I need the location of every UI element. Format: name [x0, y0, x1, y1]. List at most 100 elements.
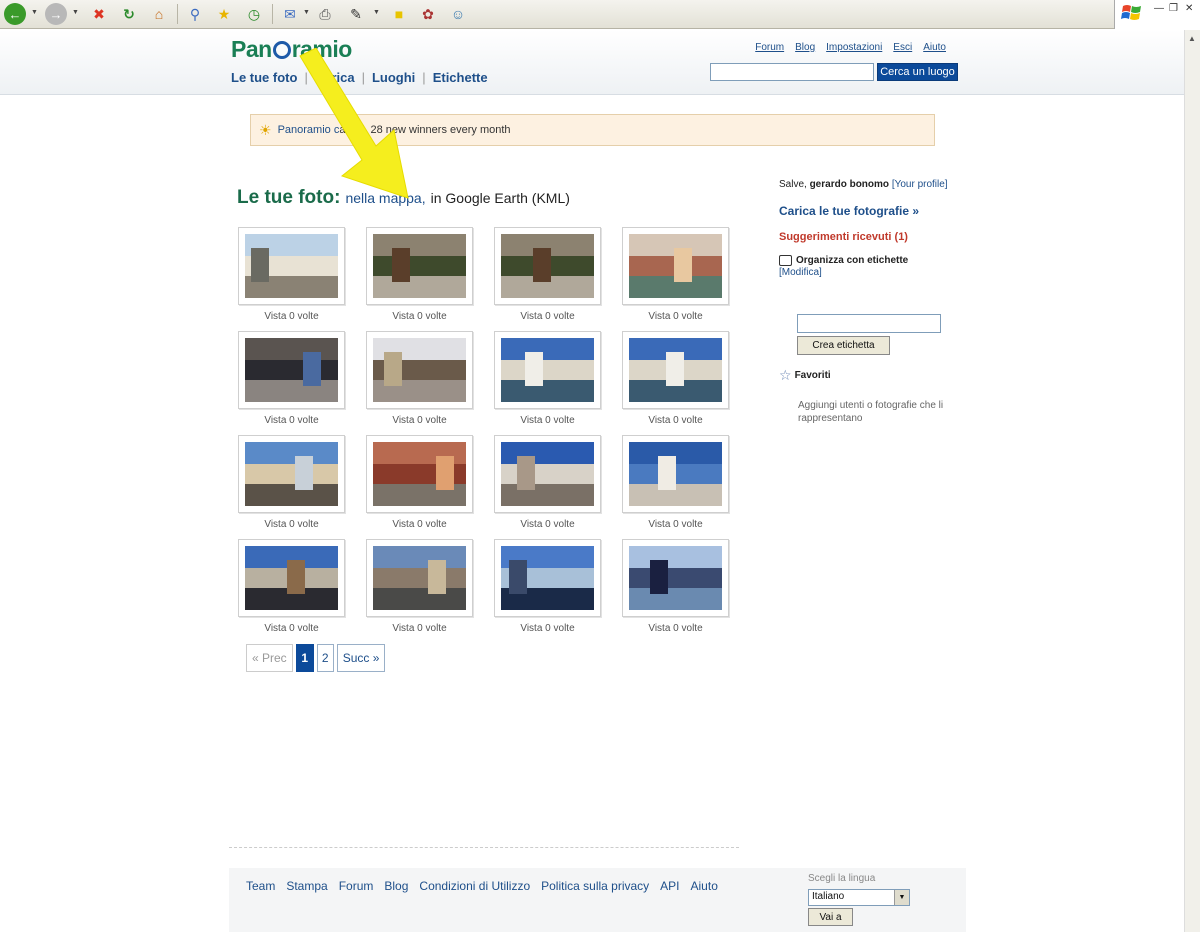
- place-search-input[interactable]: [710, 63, 874, 81]
- link-impostazioni[interactable]: Impostazioni: [826, 42, 882, 53]
- photo-thumbnail-link[interactable]: [238, 227, 345, 305]
- google-earth-link[interactable]: in Google Earth (KML): [431, 190, 570, 206]
- browser-toolbar: ← ▼ → ▼ ✖ ↻ ⌂ ⚲ ★ ◷ ✉ ▼ ⎙ ✎ ▼ ■ ✿ ☺ — ❐ …: [0, 0, 1200, 29]
- photo-view-count: Vista 0 volte: [264, 311, 319, 322]
- photo-thumbnail-link[interactable]: [494, 539, 601, 617]
- photo-card: Vista 0 volte: [494, 227, 601, 324]
- nav-luoghi[interactable]: Luoghi: [372, 70, 415, 85]
- print-icon[interactable]: ⎙: [314, 3, 336, 25]
- greeting-prefix: Salve,: [779, 179, 807, 190]
- upload-photos-link[interactable]: Carica le tue fotografie »: [779, 204, 959, 218]
- photo-thumbnail-link[interactable]: [238, 331, 345, 409]
- footer-link-stampa[interactable]: Stampa: [286, 879, 327, 893]
- photo-card: Vista 0 volte: [366, 331, 473, 428]
- tag-name-input[interactable]: [797, 314, 941, 333]
- create-tag-button[interactable]: Crea etichetta: [797, 336, 890, 355]
- photo-thumbnail: [629, 546, 722, 610]
- mail-dropdown-icon[interactable]: ▼: [303, 9, 310, 16]
- photo-view-count: Vista 0 volte: [520, 311, 575, 322]
- site-header: Pan ramio Le tue foto | Carica | Luoghi |…: [0, 30, 1184, 95]
- restore-icon[interactable]: ❐: [1169, 3, 1178, 14]
- link-blog[interactable]: Blog: [795, 42, 815, 53]
- forward-icon[interactable]: →: [45, 3, 67, 25]
- refresh-icon[interactable]: ↻: [118, 3, 140, 25]
- nav-etichette[interactable]: Etichette: [433, 70, 488, 85]
- photo-thumbnail: [245, 442, 338, 506]
- tags-section-title: Organizza con etichette: [779, 255, 959, 266]
- tag-icon: [779, 255, 792, 266]
- photo-thumbnail-link[interactable]: [494, 227, 601, 305]
- stop-icon[interactable]: ✖: [88, 3, 110, 25]
- favorites-icon[interactable]: ★: [213, 3, 235, 25]
- footer-link-api[interactable]: API: [660, 879, 679, 893]
- scroll-up-icon[interactable]: ▲: [1188, 34, 1196, 43]
- photo-card: Vista 0 volte: [622, 435, 729, 532]
- footer-link-team[interactable]: Team: [246, 879, 275, 893]
- photo-thumbnail-link[interactable]: [494, 331, 601, 409]
- link-forum[interactable]: Forum: [755, 42, 784, 53]
- profile-link[interactable]: [Your profile]: [892, 179, 948, 190]
- notice-text: arted. 28 new winners every month: [339, 124, 511, 136]
- pagination-page-1[interactable]: 1: [295, 644, 314, 672]
- place-search-button[interactable]: Cerca un luogo: [877, 63, 958, 81]
- photo-view-count: Vista 0 volte: [520, 623, 575, 634]
- map-link[interactable]: nella mappa,: [345, 190, 425, 206]
- language-select[interactable]: Italiano ▼: [808, 889, 910, 906]
- photo-thumbnail-link[interactable]: [622, 435, 729, 513]
- search-icon[interactable]: ⚲: [184, 3, 206, 25]
- photo-thumbnail-link[interactable]: [238, 539, 345, 617]
- photos-heading: Le tue foto: nella mappa, in Google Eart…: [237, 187, 570, 209]
- photo-thumbnail: [629, 338, 722, 402]
- photo-thumbnail-link[interactable]: [622, 331, 729, 409]
- pagination-page-2[interactable]: 2: [316, 644, 334, 672]
- language-label: Scegli la lingua: [808, 873, 876, 884]
- photo-thumbnail: [501, 234, 594, 298]
- footer-link-aiuto[interactable]: Aiuto: [691, 879, 718, 893]
- nav-carica[interactable]: Carica: [315, 70, 355, 85]
- mail-icon[interactable]: ✉: [279, 3, 301, 25]
- photo-thumbnail-link[interactable]: [622, 539, 729, 617]
- link-aiuto[interactable]: Aiuto: [923, 42, 946, 53]
- modify-tags-link[interactable]: [Modifica]: [779, 267, 959, 278]
- research-icon[interactable]: ✿: [417, 3, 439, 25]
- link-esci[interactable]: Esci: [893, 42, 912, 53]
- photo-thumbnail-link[interactable]: [622, 227, 729, 305]
- photo-thumbnail-link[interactable]: [366, 539, 473, 617]
- suggestions-link[interactable]: Suggerimenti ricevuti (1): [779, 231, 959, 243]
- photo-card: Vista 0 volte: [366, 539, 473, 636]
- photo-thumbnail-link[interactable]: [494, 435, 601, 513]
- chevron-down-icon[interactable]: ▼: [894, 890, 909, 905]
- photo-thumbnail: [245, 546, 338, 610]
- minimize-icon[interactable]: —: [1154, 3, 1164, 14]
- footer-link-blog[interactable]: Blog: [384, 879, 408, 893]
- photo-grid: Vista 0 volte Vista 0 volte Vista 0 volte V…: [238, 227, 729, 636]
- photo-view-count: Vista 0 volte: [264, 519, 319, 530]
- language-go-button[interactable]: Vai a: [808, 908, 853, 926]
- photo-thumbnail-link[interactable]: [238, 435, 345, 513]
- vertical-scrollbar[interactable]: ▲: [1184, 30, 1200, 932]
- back-icon[interactable]: ←: [4, 3, 26, 25]
- notice-link[interactable]: Panoramio c: [278, 124, 340, 136]
- pagination-next[interactable]: Succ »: [336, 644, 386, 672]
- footer-divider: [229, 847, 739, 848]
- logo-text-start: Pan: [231, 36, 272, 62]
- footer-link-privacy[interactable]: Politica sulla privacy: [541, 879, 649, 893]
- history-icon[interactable]: ◷: [243, 3, 265, 25]
- photo-thumbnail-link[interactable]: [366, 227, 473, 305]
- footer-link-terms[interactable]: Condizioni di Utilizzo: [419, 879, 530, 893]
- home-icon[interactable]: ⌂: [148, 3, 170, 25]
- panoramio-logo[interactable]: Pan ramio: [231, 36, 352, 63]
- messenger-icon[interactable]: ☺: [447, 3, 469, 25]
- note-icon[interactable]: ■: [388, 3, 410, 25]
- back-dropdown-icon[interactable]: ▼: [31, 9, 38, 16]
- nav-le-tue-foto[interactable]: Le tue foto: [231, 70, 297, 85]
- forward-dropdown-icon[interactable]: ▼: [72, 9, 79, 16]
- photo-thumbnail: [373, 234, 466, 298]
- photo-thumbnail-link[interactable]: [366, 331, 473, 409]
- edit-icon[interactable]: ✎: [345, 3, 367, 25]
- edit-dropdown-icon[interactable]: ▼: [373, 9, 380, 16]
- close-icon[interactable]: ✕: [1185, 3, 1193, 14]
- footer-link-forum[interactable]: Forum: [339, 879, 374, 893]
- photo-view-count: Vista 0 volte: [648, 311, 703, 322]
- photo-thumbnail-link[interactable]: [366, 435, 473, 513]
